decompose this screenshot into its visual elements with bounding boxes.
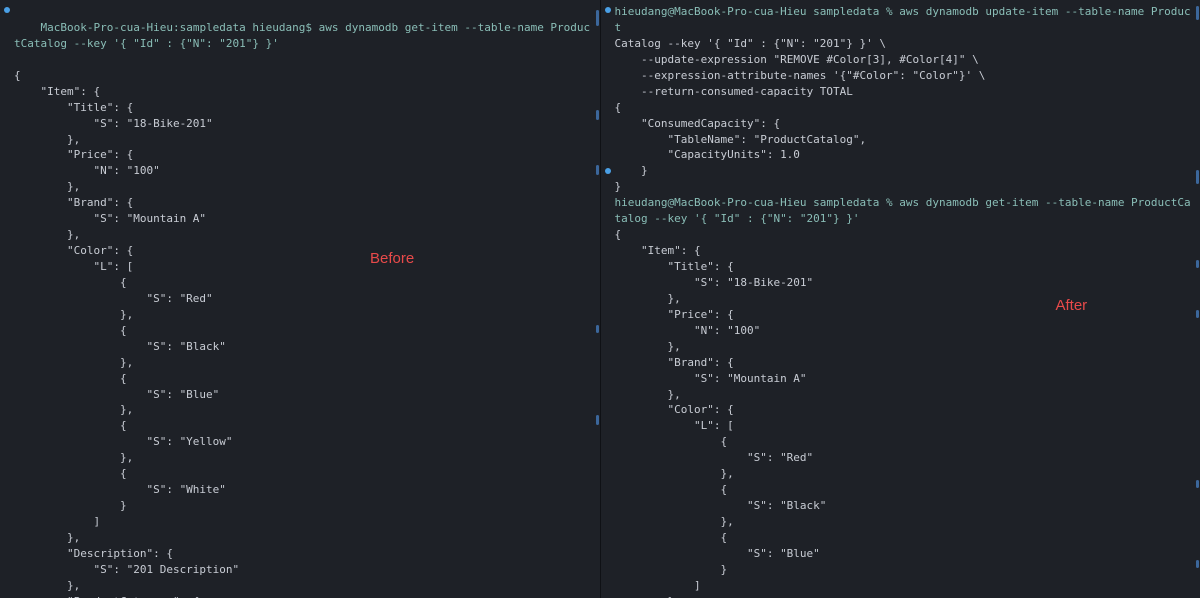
command-block-update: hieudang@MacBook-Pro-cua-Hieu sampledata… xyxy=(615,4,1195,195)
command-line: MacBook-Pro-cua-Hieu:sampledata hieudang… xyxy=(14,4,594,68)
scroll-mark xyxy=(1196,310,1199,318)
scroll-mark xyxy=(596,165,599,175)
terminal-pane-after[interactable]: hieudang@MacBook-Pro-cua-Hieu sampledata… xyxy=(601,0,1200,598)
prompt-indicator-icon xyxy=(605,168,611,174)
command-block-getitem: hieudang@MacBook-Pro-cua-Hieu sampledata… xyxy=(615,195,1195,598)
cmd-continuation: --expression-attribute-names '{"#Color":… xyxy=(615,69,986,82)
scrollbar[interactable] xyxy=(1192,0,1200,598)
scroll-mark xyxy=(1196,170,1199,184)
scroll-mark xyxy=(596,10,599,26)
terminal-pane-before[interactable]: MacBook-Pro-cua-Hieu:sampledata hieudang… xyxy=(0,0,601,598)
json-output: { "Item": { "Title": { "S": "18-Bike-201… xyxy=(615,227,1195,598)
cmd-continuation: --update-expression "REMOVE #Color[3], #… xyxy=(615,53,979,66)
json-output: { "Item": { "Title": { "S": "18-Bike-201… xyxy=(14,68,594,598)
scroll-mark xyxy=(1196,6,1199,20)
scroll-mark xyxy=(596,110,599,120)
scroll-mark xyxy=(596,415,599,425)
prompt-text: hieudang@MacBook-Pro-cua-Hieu sampledata… xyxy=(615,5,1191,34)
scroll-mark xyxy=(1196,480,1199,488)
scroll-mark xyxy=(1196,560,1199,568)
prompt-text: MacBook-Pro-cua-Hieu:sampledata hieudang… xyxy=(14,21,590,50)
json-output: { "ConsumedCapacity": { "TableName": "Pr… xyxy=(615,100,1195,196)
prompt-text: hieudang@MacBook-Pro-cua-Hieu sampledata… xyxy=(615,196,1191,225)
prompt-indicator-icon xyxy=(605,7,611,13)
scrollbar[interactable] xyxy=(592,0,600,598)
scroll-mark xyxy=(596,325,599,333)
scroll-mark xyxy=(1196,260,1199,268)
prompt-indicator-icon xyxy=(4,7,10,13)
cmd-continuation: --return-consumed-capacity TOTAL xyxy=(615,85,853,98)
cmd-continuation: Catalog --key '{ "Id" : {"N": "201"} }' … xyxy=(615,37,887,50)
